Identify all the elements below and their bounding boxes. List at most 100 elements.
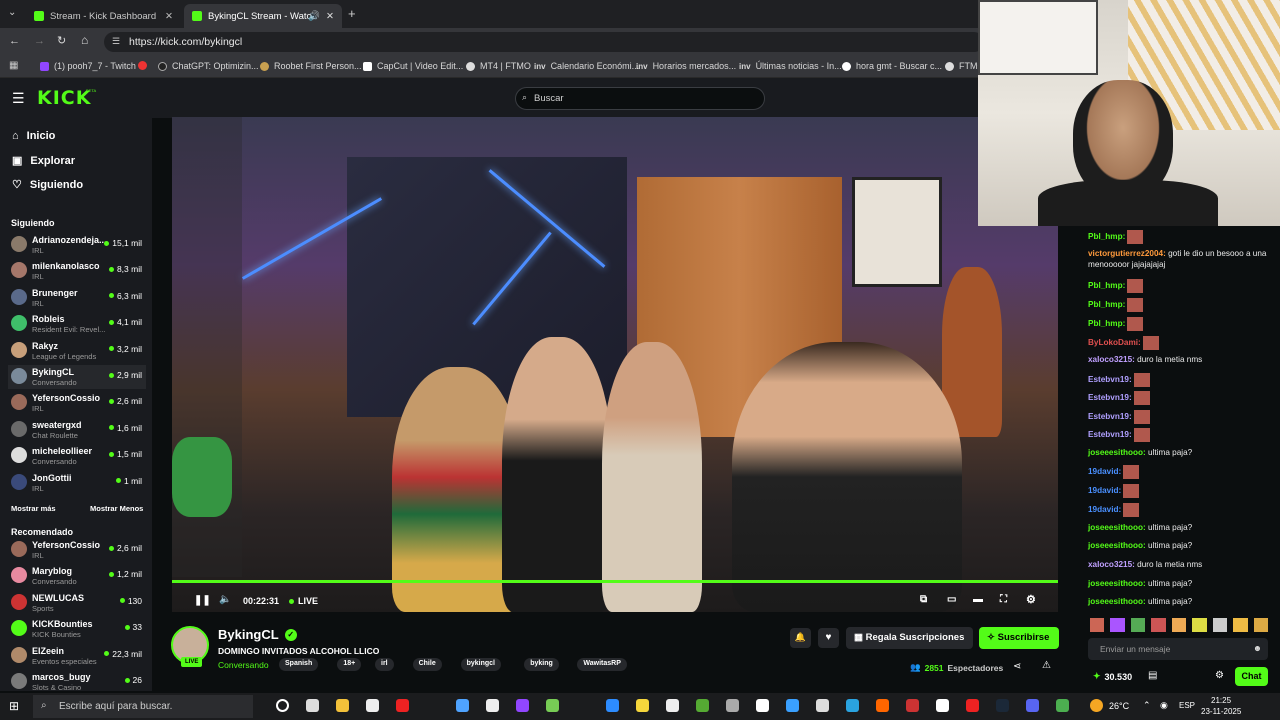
video-progress-bar[interactable]	[172, 580, 1058, 583]
app-icon[interactable]	[786, 699, 799, 712]
clip-icon[interactable]: ▭	[947, 594, 956, 605]
audio-playing-icon[interactable]: 🔊	[308, 11, 320, 22]
language-indicator[interactable]: ESP	[1179, 701, 1195, 710]
chat-username[interactable]: joseeesithooo:	[1088, 541, 1146, 550]
emote-icon[interactable]	[1253, 618, 1268, 632]
opera-icon[interactable]	[396, 699, 409, 712]
chat-input[interactable]: Enviar un mensaje ☻	[1088, 638, 1268, 660]
chat-username[interactable]: 19david:	[1088, 467, 1121, 476]
fullscreen-icon[interactable]: ⛶	[1000, 594, 1007, 605]
clock-date[interactable]: 23-11-2025	[1201, 707, 1241, 716]
tab-bykingcl-stream[interactable]: BykingCL Stream - Watch Li 🔊 ✕	[184, 4, 342, 28]
chat-username[interactable]: Estebvn19:	[1088, 430, 1132, 439]
show-less-link[interactable]: Mostrar Menos	[90, 504, 143, 513]
gear-icon[interactable]	[816, 699, 829, 712]
chrome-icon[interactable]	[1056, 699, 1069, 712]
chat-username[interactable]: Pbl_hmp:	[1088, 232, 1125, 241]
emote-icon[interactable]	[1130, 618, 1146, 632]
telegram-icon[interactable]	[846, 699, 859, 712]
chat-username[interactable]: Pbl_hmp:	[1088, 300, 1125, 309]
gift-subs-button[interactable]: ▦ Regala Suscripciones	[846, 627, 973, 649]
emote-icon[interactable]	[1110, 618, 1125, 632]
bookmark-item[interactable]: hora gmt - Buscar c...	[842, 61, 942, 71]
sidebar-channel[interactable]: KICKBounties KICK Bounties 33	[8, 617, 146, 641]
sidebar-channel[interactable]: Robleis Resident Evil: Revel... 4,1 mil	[8, 312, 146, 336]
search-input[interactable]: ⌕ Buscar	[515, 87, 765, 110]
steam-icon[interactable]	[996, 699, 1009, 712]
chat-username[interactable]: Pbl_hmp:	[1088, 281, 1125, 290]
app-icon[interactable]	[726, 699, 739, 712]
tab-list-chevron-icon[interactable]: ⌄	[8, 7, 16, 18]
chat-username[interactable]: Estebvn19:	[1088, 393, 1132, 402]
zoom-icon[interactable]	[606, 699, 619, 712]
app-icon[interactable]	[876, 699, 889, 712]
chat-username[interactable]: xaloco3215:	[1088, 355, 1135, 364]
app-icon[interactable]	[966, 699, 979, 712]
tray-chevron-icon[interactable]: ⌃	[1143, 700, 1151, 711]
chat-username[interactable]: 19david:	[1088, 505, 1121, 514]
pause-icon[interactable]: ❚❚	[194, 595, 211, 606]
report-icon[interactable]: ⚠	[1042, 660, 1051, 671]
notes-icon[interactable]	[636, 699, 649, 712]
sidebar-channel[interactable]: milenkanolasco IRL 8,3 mil	[8, 259, 146, 283]
tag-chip[interactable]: 18+	[337, 658, 362, 671]
bookmark-item[interactable]: inv Últimas noticias - In...	[739, 61, 842, 71]
theater-mode-icon[interactable]: ▬	[973, 594, 983, 605]
home-icon[interactable]: ⌂	[81, 33, 88, 47]
tiktok-icon[interactable]	[936, 699, 949, 712]
sidebar-channel[interactable]: marcos_bugy Slots & Casino 26	[8, 670, 146, 694]
sidebar-channel[interactable]: NEWLUCAS Sports 130	[8, 591, 146, 615]
chat-username[interactable]: joseeesithooo:	[1088, 448, 1146, 457]
volume-icon[interactable]: 🔈	[219, 594, 231, 605]
sidebar-channel[interactable]: YefersonCossio IRL 2,6 mil	[8, 538, 146, 562]
share-icon[interactable]: ⋖	[1013, 661, 1021, 672]
sidebar-channel[interactable]: Adrianozendeja... IRL 15,1 mil	[8, 233, 146, 257]
sidebar-item-explorar[interactable]: ▣ Explorar	[12, 154, 75, 168]
tag-chip[interactable]: WawitasRP	[577, 658, 627, 671]
capcut-icon[interactable]	[756, 699, 769, 712]
sidebar-channel[interactable]: JonGottii IRL 1 mil	[8, 471, 146, 495]
file-icon[interactable]	[486, 699, 499, 712]
taskbar-search-input[interactable]: ⌕ Escribe aquí para buscar.	[33, 695, 253, 718]
minecraft-icon[interactable]	[696, 699, 709, 712]
menu-icon[interactable]: ☰	[12, 90, 25, 107]
reload-icon[interactable]: ↻	[57, 34, 66, 47]
channel-name[interactable]: BykingCL ✓	[218, 627, 297, 642]
stream-category[interactable]: Conversando	[218, 660, 269, 670]
sidebar-channel[interactable]: Rakyz League of Legends 3,2 mil	[8, 339, 146, 363]
calendar-icon[interactable]: ▤	[1148, 670, 1157, 681]
windows-start-icon[interactable]: ⊞	[9, 699, 19, 713]
subscribe-button[interactable]: ✧ Suscribirse	[979, 627, 1059, 649]
chat-username[interactable]: Pbl_hmp:	[1088, 319, 1125, 328]
close-icon[interactable]: ✕	[165, 11, 173, 22]
sidebar-channel[interactable]: sweatergxd Chat Roulette 1,6 mil	[8, 418, 146, 442]
show-more-link[interactable]: Mostrar más	[11, 504, 56, 513]
sidebar-channel[interactable]: micheleollieer Conversando 1,5 mil	[8, 444, 146, 468]
clock-time[interactable]: 21:25	[1211, 696, 1231, 705]
kick-logo[interactable]: KICK	[37, 87, 91, 109]
bell-icon[interactable]: 🔔	[790, 628, 811, 648]
forward-icon[interactable]: →	[34, 35, 45, 47]
chat-username[interactable]: joseeesithooo:	[1088, 597, 1146, 606]
app-icon[interactable]	[1026, 699, 1039, 712]
bookmark-item[interactable]: (1) pooh7_7 - Twitch	[40, 61, 136, 71]
tag-chip[interactable]: Spanish	[279, 658, 319, 671]
emote-icon[interactable]	[1151, 618, 1166, 632]
sidebar-channel[interactable]: YefersonCossio IRL 2,6 mil	[8, 391, 146, 415]
bookmark-item[interactable]	[138, 61, 147, 70]
emoji-icon[interactable]: ☻	[1253, 643, 1262, 653]
emote-icon[interactable]	[1233, 618, 1248, 632]
emote-icon[interactable]	[1171, 618, 1187, 632]
bookmark-item[interactable]: CapCut | Video Edit...	[363, 61, 463, 71]
bookmark-item[interactable]: ChatGPT: Optimizin...	[158, 61, 259, 71]
sidebar-item-inicio[interactable]: ⌂ Inicio	[12, 130, 55, 142]
gear-icon[interactable]: ⚙	[1026, 593, 1036, 606]
sidebar-channel[interactable]: BykingCL Conversando 2,9 mil	[8, 365, 146, 389]
weather-temp[interactable]: 26°C	[1109, 701, 1129, 711]
site-info-icon[interactable]: ☰	[112, 36, 120, 47]
sidebar-channel[interactable]: ElZeein Eventos especiales 22,3 mil	[8, 644, 146, 668]
chat-username[interactable]: Estebvn19:	[1088, 375, 1132, 384]
app-icon[interactable]	[456, 699, 469, 712]
file-explorer-icon[interactable]	[336, 699, 349, 712]
heart-icon[interactable]: ♥	[818, 628, 839, 648]
